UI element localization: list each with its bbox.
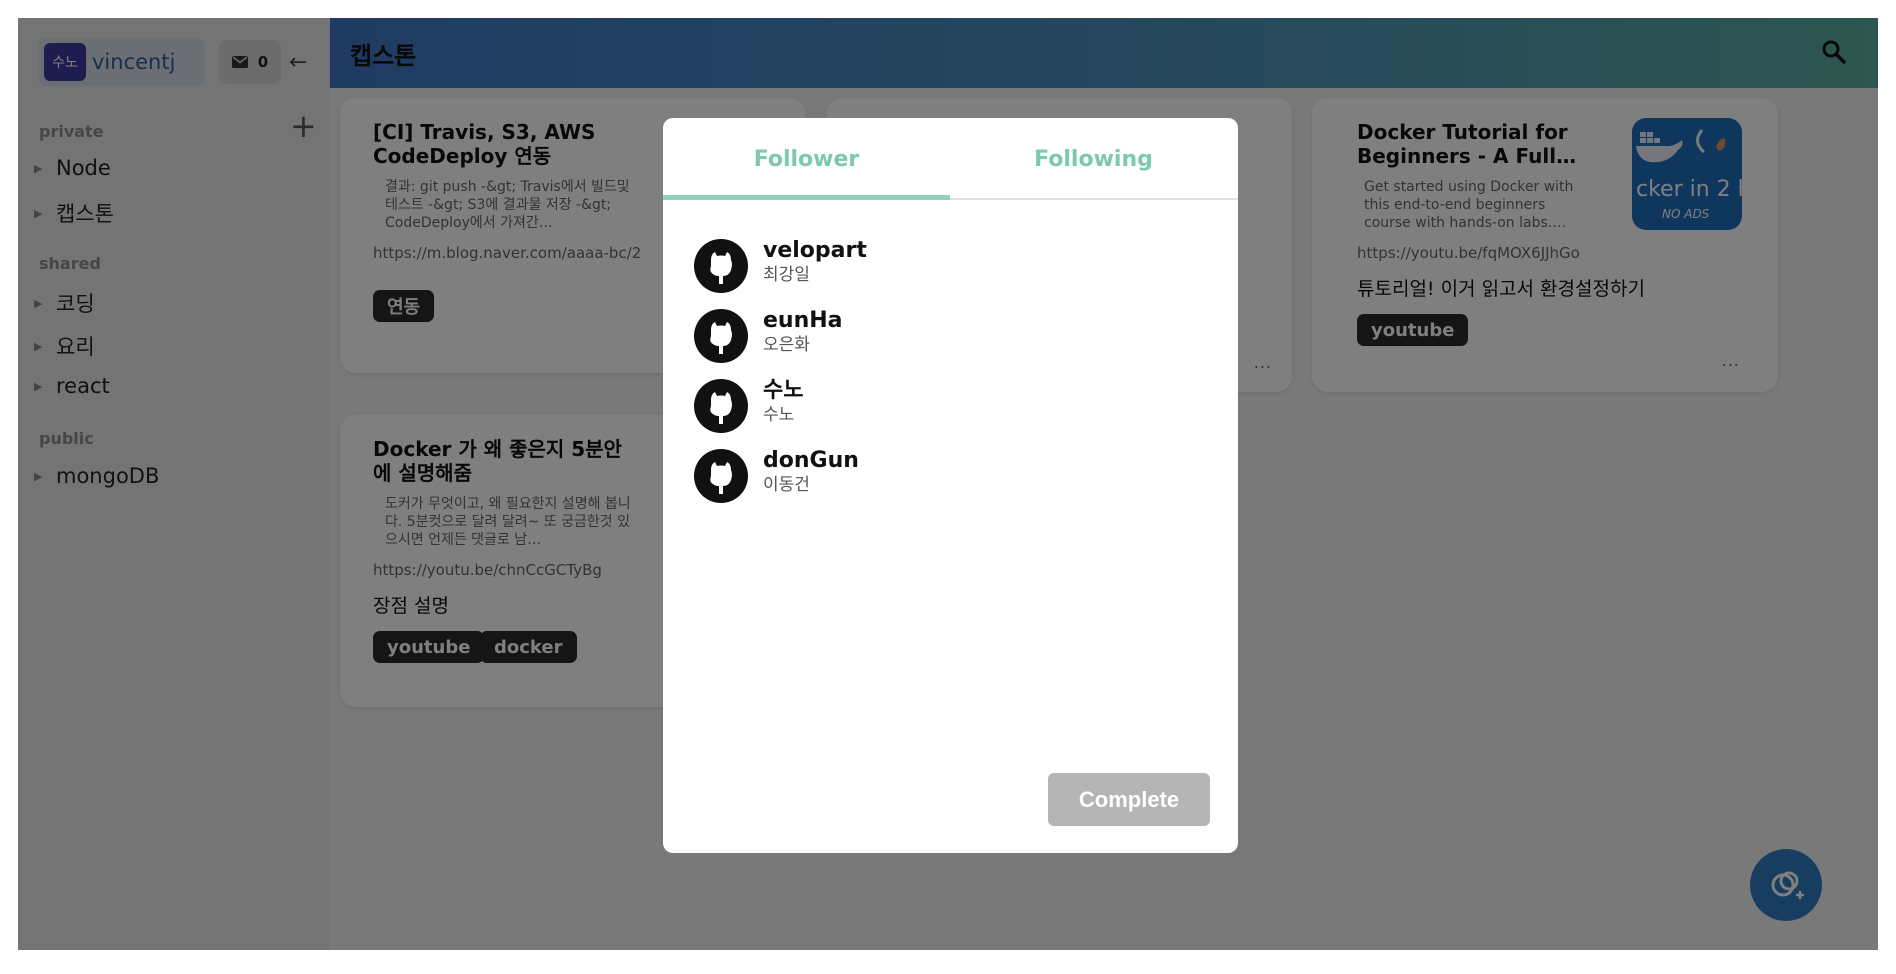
user-id: velopart [763, 238, 867, 263]
github-icon [694, 309, 748, 363]
list-item[interactable]: 수노 수노 [693, 378, 1213, 448]
user-realname: 수노 [763, 405, 795, 425]
follow-modal: Follower Following velopart 최강일 eunHa 오은… [663, 118, 1238, 853]
app-window: 수노 vincentj 0 ← + private ▶ Node ▶ 캡스톤 s… [18, 18, 1878, 950]
user-info: 수노 수노 [763, 378, 803, 426]
user-realname: 최강일 [763, 265, 810, 285]
list-item[interactable]: donGun 이동건 [693, 448, 1213, 518]
complete-button[interactable]: Complete [1048, 773, 1210, 826]
active-tab-indicator [663, 195, 950, 200]
github-icon [694, 239, 748, 293]
tab-follower[interactable]: Follower [663, 118, 950, 200]
list-item[interactable]: velopart 최강일 [693, 238, 1213, 308]
follow-tabs: Follower Following [663, 118, 1238, 200]
user-id: 수노 [763, 378, 804, 403]
follower-list: velopart 최강일 eunHa 오은화 수노 수노 donGun 이동건 [693, 238, 1213, 518]
user-info: eunHa 오은화 [763, 308, 843, 356]
user-info: velopart 최강일 [763, 238, 867, 286]
user-info: donGun 이동건 [763, 448, 859, 496]
user-id: donGun [763, 448, 859, 473]
user-id: eunHa [763, 308, 843, 333]
tab-following[interactable]: Following [950, 118, 1237, 200]
github-icon [694, 449, 748, 503]
user-realname: 이동건 [763, 475, 810, 495]
list-item[interactable]: eunHa 오은화 [693, 308, 1213, 378]
user-realname: 오은화 [763, 335, 810, 355]
github-icon [694, 379, 748, 433]
